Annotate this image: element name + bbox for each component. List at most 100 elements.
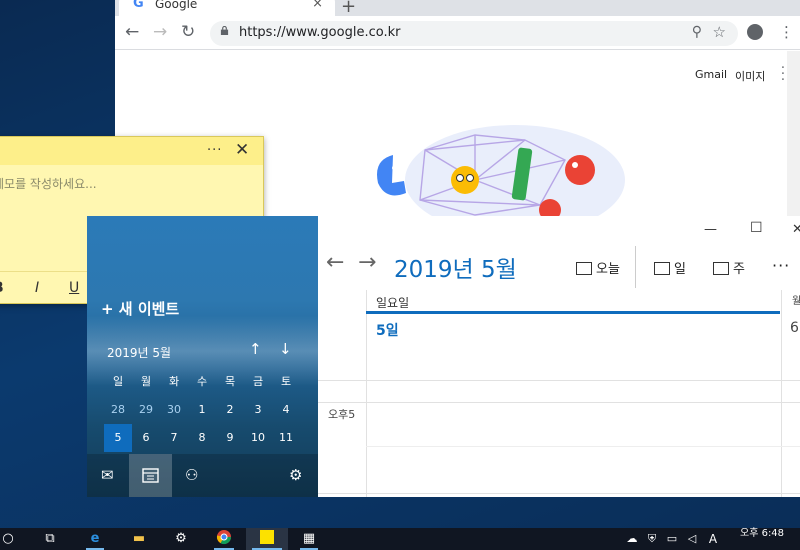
edge-icon[interactable]: e xyxy=(80,528,110,550)
next-day-number-label: 6 xyxy=(790,320,799,336)
lock-icon xyxy=(220,26,229,35)
calendar-taskbar-icon[interactable]: ▦ xyxy=(294,528,324,550)
task-view-icon[interactable]: ⧉ xyxy=(38,528,62,550)
grid-line xyxy=(366,446,800,447)
weekday-label: 월 xyxy=(140,375,152,388)
sticky-note-header[interactable]: ··· ✕ xyxy=(0,137,263,165)
gmail-link[interactable]: Gmail xyxy=(695,68,727,81)
italic-button[interactable]: I xyxy=(35,280,39,296)
bold-button[interactable]: B xyxy=(0,280,4,296)
day-cell[interactable]: 29 xyxy=(132,396,160,424)
more-options-icon[interactable]: ··· xyxy=(772,256,790,275)
today-icon xyxy=(576,262,592,275)
file-explorer-icon[interactable]: ▬ xyxy=(124,528,154,550)
profile-avatar-icon[interactable] xyxy=(747,24,763,40)
grid-line xyxy=(318,402,800,403)
clock-time[interactable]: 오후 6:48 xyxy=(740,528,784,540)
mini-calendar-title[interactable]: 2019년 5월 xyxy=(107,344,171,361)
day-cell-today[interactable]: 5 xyxy=(104,424,132,452)
sticky-notes-icon xyxy=(260,530,274,544)
day-cell[interactable]: 4 xyxy=(272,396,300,424)
week-row: 5 6 7 8 9 10 11 xyxy=(104,424,304,452)
month-title[interactable]: 2019년 5월 xyxy=(394,250,517,284)
today-button[interactable]: 오늘 xyxy=(576,258,620,277)
search-icon[interactable]: ○ xyxy=(0,528,16,550)
day-cell[interactable]: 8 xyxy=(188,424,216,452)
images-link[interactable]: 이미지 xyxy=(735,68,765,84)
chrome-menu-icon[interactable]: ⋮ xyxy=(779,24,794,40)
new-tab-button[interactable]: + xyxy=(341,0,356,16)
url-text: https://www.google.co.kr xyxy=(239,25,401,40)
day-cell[interactable]: 10 xyxy=(244,424,272,452)
settings-gear-icon[interactable]: ⚙ xyxy=(289,466,302,484)
tab-title: Google xyxy=(155,0,198,11)
calendar-window: + 새 이벤트 2019년 5월 ↑ ↓ 일 월 화 수 목 금 토 28 29… xyxy=(87,216,800,497)
google-doodle-icon[interactable] xyxy=(365,120,635,220)
tab-google[interactable]: G Google × xyxy=(119,0,335,16)
chrome-tab-strip: G Google × + xyxy=(115,0,800,16)
settings-icon[interactable]: ⚙ xyxy=(166,528,196,550)
day-cell[interactable]: 7 xyxy=(160,424,188,452)
sticky-notes-taskbar-icon[interactable] xyxy=(246,528,288,550)
new-event-button[interactable]: + 새 이벤트 xyxy=(101,298,179,319)
taskbar: ○ ⧉ e ▬ ⚙ ▦ ☁ ⛨ ▭ ◁ A 오후 6:48 xyxy=(0,528,800,550)
day-cell[interactable]: 9 xyxy=(216,424,244,452)
today-indicator-bar xyxy=(366,311,780,314)
day-cell[interactable]: 2 xyxy=(216,396,244,424)
apps-icon[interactable]: · · · xyxy=(779,62,787,87)
chrome-logo-icon xyxy=(216,530,232,545)
maximize-button[interactable]: ☐ xyxy=(750,220,763,236)
calendar-nav-button[interactable] xyxy=(129,454,172,497)
previous-arrow-icon[interactable]: ← xyxy=(326,250,344,275)
arrow-down-icon[interactable]: ↓ xyxy=(279,340,292,358)
sticky-close-icon[interactable]: ✕ xyxy=(235,140,249,160)
weekday-row: 일 월 화 수 목 금 토 xyxy=(104,368,304,396)
day-view-icon xyxy=(654,262,670,275)
people-icon[interactable]: ⚇ xyxy=(185,466,198,484)
volume-icon[interactable]: ◁ xyxy=(684,528,700,550)
minimize-button[interactable]: — xyxy=(704,222,717,237)
grid-line xyxy=(318,380,800,381)
weekday-label: 일 xyxy=(112,375,124,388)
day-cell[interactable]: 30 xyxy=(160,396,188,424)
day-cell[interactable]: 6 xyxy=(132,424,160,452)
close-tab-icon[interactable]: × xyxy=(312,0,323,12)
address-bar[interactable]: https://www.google.co.kr ⚲ ☆ xyxy=(210,21,738,46)
next-arrow-icon[interactable]: → xyxy=(358,250,376,275)
close-button[interactable]: ✕ xyxy=(792,222,800,237)
bookmark-star-icon[interactable]: ☆ xyxy=(713,23,726,41)
reload-icon[interactable]: ↻ xyxy=(181,22,195,42)
day-number-label: 5일 xyxy=(376,323,399,339)
network-icon[interactable]: ▭ xyxy=(664,528,680,550)
arrow-up-icon[interactable]: ↑ xyxy=(249,340,262,358)
onedrive-icon[interactable]: ☁ xyxy=(624,528,640,550)
sticky-menu-icon[interactable]: ··· xyxy=(207,143,222,158)
zoom-icon[interactable]: ⚲ xyxy=(692,24,702,40)
day-name-label: 일요일 xyxy=(376,296,410,310)
day-view-label: 일 xyxy=(674,262,686,277)
grid-line xyxy=(366,290,367,497)
page-scrollbar[interactable] xyxy=(787,51,800,220)
day-cell[interactable]: 1 xyxy=(188,396,216,424)
day-cell[interactable]: 3 xyxy=(244,396,272,424)
defender-icon[interactable]: ⛨ xyxy=(644,528,660,550)
chrome-icon[interactable] xyxy=(208,528,240,550)
sticky-note-input[interactable]: 메모를 작성하세요... xyxy=(0,175,97,192)
week-view-label: 주 xyxy=(733,262,745,277)
chrome-toolbar: ← → ↻ https://www.google.co.kr ⚲ ☆ ⋮ xyxy=(115,16,800,50)
mail-icon[interactable]: ✉ xyxy=(101,466,114,484)
forward-icon[interactable]: → xyxy=(153,22,167,42)
next-day-name-label: 월 xyxy=(792,296,800,307)
day-view-button[interactable]: 일 xyxy=(654,258,686,277)
day-cell[interactable]: 11 xyxy=(272,424,300,452)
week-view-button[interactable]: 주 xyxy=(713,258,745,277)
underline-button[interactable]: U xyxy=(69,280,79,296)
ime-indicator[interactable]: A xyxy=(704,528,722,550)
weekday-label: 화 xyxy=(168,375,180,388)
today-label: 오늘 xyxy=(596,262,620,277)
back-icon[interactable]: ← xyxy=(125,22,139,42)
weekday-label: 금 xyxy=(252,375,264,388)
weekday-label: 목 xyxy=(224,375,236,388)
hour-label: 오후5 xyxy=(328,408,356,421)
day-cell[interactable]: 28 xyxy=(104,396,132,424)
